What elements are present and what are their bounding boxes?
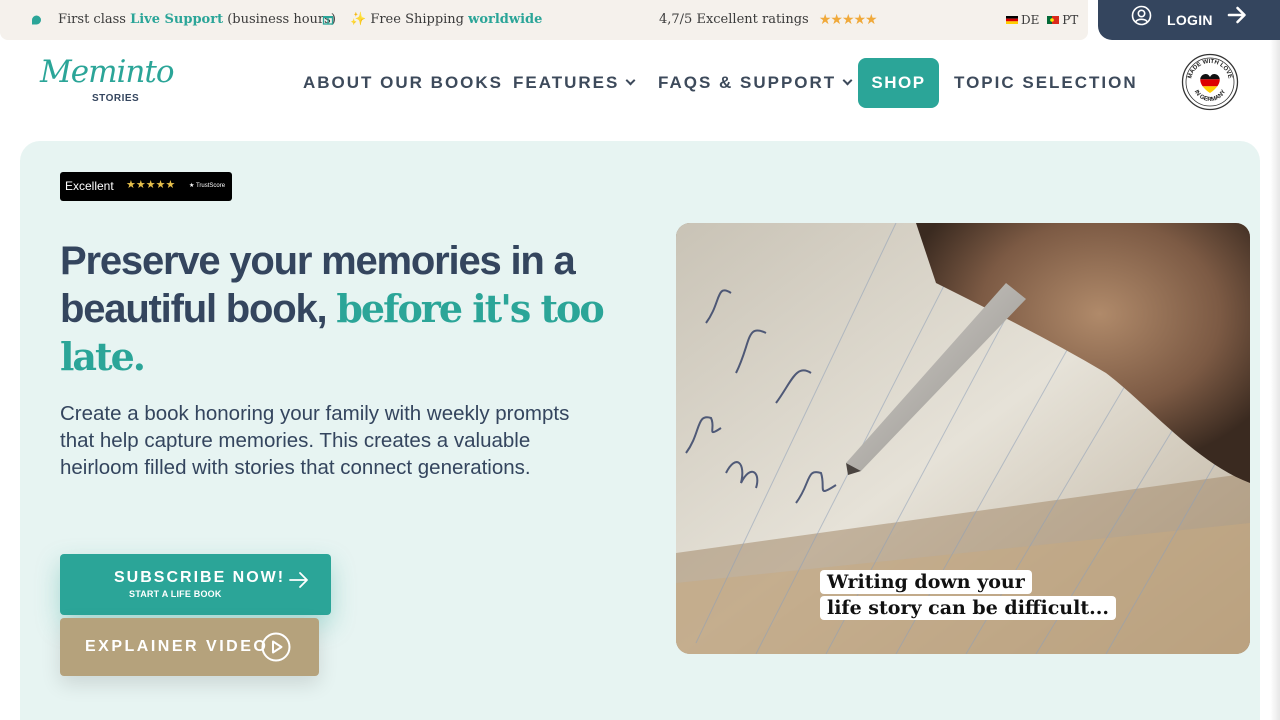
login-button[interactable]: LOGIN [1098,0,1280,40]
lang-de[interactable]: DE [1006,13,1043,27]
subscribe-now-button[interactable]: SUBSCRIBE NOW! START A LIFE BOOK [60,554,331,615]
ratings-stars: ★★★★★ [818,12,878,28]
made-in-germany-badge: MADE WITH LOVE IN GERMANY [1181,53,1239,111]
live-support-text[interactable]: First class Live Support (business hours… [58,12,336,27]
nav-faqs-support[interactable]: FAQS & SUPPORT [658,73,853,93]
login-label: LOGIN [1167,12,1213,28]
video-caption-line1: Writing down your [820,570,1032,594]
language-switch[interactable]: DE PT [1006,13,1078,27]
lang-pt[interactable]: PT [1047,13,1078,27]
free-shipping-text: ✨ Free Shipping worldwide [350,12,542,27]
nav-about-label: ABOUT OUR BOOKS [303,73,503,92]
user-circle-icon [1131,5,1152,30]
explainer-video-button[interactable]: EXPLAINER VIDEO [60,618,319,676]
meminto-logo[interactable]: Meminto STORIES [40,54,174,106]
play-icon [261,632,291,666]
chevron-down-icon [625,75,636,86]
subscribe-label: SUBSCRIBE NOW! [114,569,286,586]
arrow-right-icon [1227,5,1247,29]
hero-headline: Preserve your memories in a beautiful bo… [60,238,620,381]
shipping-prefix: ✨ Free Shipping [350,12,465,27]
nav-features-label: FEATURES [513,73,620,92]
nav-topic-selection[interactable]: TOPIC SELECTION [954,73,1138,93]
trustpilot-badge[interactable]: Excellent ★★★★★ ★ TrustScore [60,172,232,201]
lang-de-label: DE [1021,13,1040,27]
gift-icon [322,13,334,29]
german-flag-icon [1006,16,1018,24]
ratings[interactable]: 4,7/5 Excellent ratings ★★★★★ [659,12,878,28]
trust-label: Excellent [65,179,114,193]
support-prefix: First class [58,12,126,27]
nav-topics-label: TOPIC SELECTION [954,73,1138,92]
chat-icon [30,14,43,31]
top-info-bar: First class Live Support (business hours… [0,0,1088,40]
logo-script: Meminto [40,54,174,90]
shop-label: SHOP [871,73,926,92]
trust-stars: ★★★★★ [126,178,176,191]
logo-sub: STORIES [92,93,140,104]
shop-button[interactable]: SHOP [858,58,939,108]
video-caption-line2: life story can be difficult... [820,596,1116,620]
hero-video[interactable]: Writing down your life story can be diff… [676,223,1250,654]
trust-brand: ★ TrustScore [189,183,226,189]
arrow-right-icon [289,570,309,594]
lang-pt-label: PT [1062,13,1079,27]
video-label: EXPLAINER VIDEO [85,638,269,655]
shipping-highlight: worldwide [468,12,543,27]
ratings-text: 4,7/5 Excellent ratings [659,12,809,27]
subscribe-sublabel: START A LIFE BOOK [129,589,222,599]
live-support-link[interactable]: Live Support [130,12,223,27]
portugal-flag-icon [1047,16,1060,24]
support-suffix: (business hours) [227,12,336,27]
scroll-edge-shadow [1270,40,1280,720]
nav-faqs-label: FAQS & SUPPORT [658,73,837,92]
nav-about-our-books[interactable]: ABOUT OUR BOOKS [303,73,503,93]
nav-features[interactable]: FEATURES [513,73,636,93]
hero-lead-text: Create a book honoring your family with … [60,402,570,479]
chevron-down-icon [842,75,853,86]
